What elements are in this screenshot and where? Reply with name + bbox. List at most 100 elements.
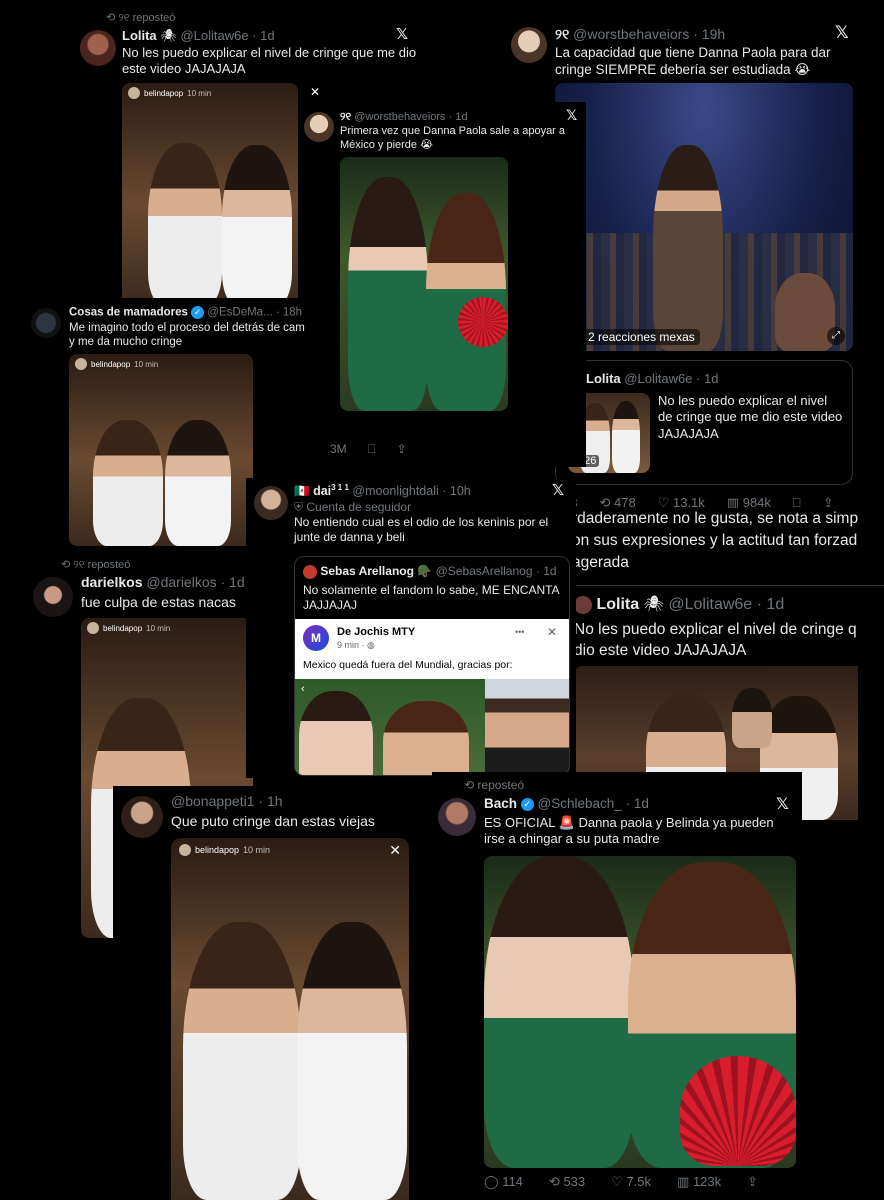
tweet-image-jersey[interactable]: [340, 157, 508, 411]
author-handle[interactable]: @Lolitaw6e: [668, 596, 752, 613]
avatar[interactable]: [438, 798, 476, 836]
author-name[interactable]: darielkos: [81, 574, 142, 590]
views-value: 3M: [330, 442, 347, 456]
page-name[interactable]: De Jochis MTY: [337, 626, 415, 638]
author-handle[interactable]: @darielkos: [146, 574, 216, 590]
tweet-card-dai[interactable]: 🇲🇽 dai3 1 1 @moonlightdali · 10h 𝕏 ⛨ Cue…: [246, 478, 576, 778]
post-time: 9 min: [337, 640, 360, 650]
story-close-icon[interactable]: ✕: [310, 85, 320, 99]
reply-count[interactable]: ◯ 114: [484, 1174, 523, 1190]
tweet-card-bonappeti1[interactable]: @bonappeti1 · 1h Que puto cringe dan est…: [113, 786, 433, 1200]
reactions-count: 2: [588, 330, 595, 344]
view-count[interactable]: ▥ 123k: [677, 1174, 721, 1190]
quoted-tweet[interactable]: Lolita @Lolitaw6e · 1d 0:26 No les puedo…: [555, 360, 853, 485]
instagram-story[interactable]: belindapop 10 min ✕: [171, 838, 409, 1200]
singer-figure: [653, 145, 723, 351]
avatar[interactable]: [31, 308, 61, 338]
tweet-card-bach[interactable]: ⟲ reposteó Bach ✓ @Schlebach_ · 1d 𝕏 ES …: [432, 772, 802, 1200]
avatar[interactable]: [574, 595, 592, 614]
tweet-time: 1d: [633, 796, 649, 811]
author-handle[interactable]: @worstbehaveiors: [573, 26, 689, 42]
tweet-card-worstbehaveiors-1d[interactable]: ୨୧ @worstbehaveiors · 1d 𝕏 Primera vez q…: [298, 102, 586, 467]
author-name[interactable]: Lolita: [596, 596, 639, 613]
fullscreen-icon[interactable]: ⤢: [827, 327, 845, 345]
tweet-text-line: ES OFICIAL 🚨 Danna paola y Belinda ya pu…: [484, 815, 774, 830]
repost-icon: ⟲: [548, 1174, 560, 1189]
woman-figure: [165, 420, 231, 546]
tweet-text-fragment[interactable]: rdaderamente no le gusta, se nota a simp…: [572, 508, 884, 580]
page-avatar: M: [303, 625, 329, 651]
author-name[interactable]: Lolita: [122, 28, 157, 43]
mexico-flag-icon: 🇲🇽: [294, 484, 310, 499]
avatar[interactable]: [254, 486, 288, 520]
share-icon[interactable]: ⇪: [747, 1174, 758, 1190]
woman-figure: [612, 401, 640, 473]
spider-icon: 🕷: [643, 596, 664, 613]
avatar[interactable]: [303, 564, 317, 579]
x-logo-icon: 𝕏: [776, 794, 789, 813]
like-value: 7.5k: [626, 1174, 652, 1189]
woman-figure: [222, 145, 292, 305]
woman-figure: [348, 177, 428, 411]
author-handle[interactable]: @Lolitaw6e: [180, 28, 248, 43]
story-close-icon[interactable]: ✕: [389, 842, 401, 859]
tweet-text-line: No entiendo cual es el odio de los kenin…: [294, 515, 549, 529]
woman-figure: [183, 922, 301, 1200]
avatar[interactable]: [121, 796, 163, 838]
author-name[interactable]: ୨୧: [555, 26, 569, 42]
author-name[interactable]: Bach: [484, 796, 517, 811]
bookmark-icon[interactable]: ⎕: [368, 442, 375, 456]
close-icon[interactable]: ✕: [547, 625, 557, 639]
avatar[interactable]: [80, 30, 116, 66]
tweet-time: 18h: [282, 306, 303, 319]
author-name[interactable]: Cosas de mamadores: [69, 307, 188, 319]
instagram-story[interactable]: belindapop 10 min: [122, 83, 298, 305]
author-name[interactable]: dai: [313, 484, 331, 498]
view-value: 123k: [692, 1174, 722, 1189]
facebook-post-screenshot[interactable]: M De Jochis MTY 9 min · ◍ ••• ✕ Mexico q…: [295, 619, 569, 775]
tweet-text-line: No les puedo explicar el nivel de cringe…: [574, 621, 857, 638]
tweet-image-jersey[interactable]: [484, 856, 796, 1168]
x-logo-icon: 𝕏: [835, 23, 849, 43]
carousel-prev-icon[interactable]: ‹: [301, 683, 305, 695]
tweet-video-concert[interactable]: 2 reacciones mexas ⤢: [555, 83, 853, 351]
author-handle[interactable]: @moonlightdali: [352, 484, 438, 498]
quote-author-name[interactable]: Lolita: [586, 371, 621, 386]
author-name[interactable]: ୨୧: [340, 111, 351, 123]
story-username[interactable]: belindapop: [195, 845, 239, 855]
tweet-text-line: agerada: [572, 554, 629, 571]
tweet-time: 1d: [455, 111, 468, 123]
share-icon[interactable]: ⇪: [397, 442, 407, 456]
avatar[interactable]: [511, 27, 547, 63]
story-username[interactable]: belindapop: [103, 624, 142, 633]
tweet-time: 1h: [266, 793, 283, 809]
quote-author-handle[interactable]: @SebasArellanog: [436, 564, 533, 578]
man-photo: [485, 679, 569, 775]
verified-badge-icon: ✓: [191, 306, 205, 319]
post-photo: ‹: [295, 679, 569, 775]
like-count[interactable]: ♡ 7.5k: [611, 1174, 651, 1190]
more-icon[interactable]: •••: [515, 627, 524, 637]
story-username[interactable]: belindapop: [91, 360, 130, 369]
author-handle[interactable]: @worstbehaveiors: [354, 111, 445, 123]
quoted-tweet[interactable]: Sebas Arellanog 🪖 @SebasArellanog · 1d N…: [294, 556, 570, 776]
avatar[interactable]: [33, 577, 73, 617]
instagram-story[interactable]: belindapop 10 min: [69, 354, 253, 546]
avatar[interactable]: [304, 112, 334, 142]
quote-text-line: JAJJAJAJ: [303, 598, 358, 612]
quote-time: 1d: [704, 371, 719, 386]
tweet-time: 1d: [766, 596, 785, 613]
story-username[interactable]: belindapop: [144, 89, 183, 98]
quote-author-name[interactable]: Sebas Arellanog: [320, 564, 414, 578]
quote-text-line: No solamente el fandom lo sabe, ME ENCAN…: [303, 583, 560, 597]
author-handle[interactable]: @Schlebach_: [538, 796, 622, 811]
quote-author-handle[interactable]: @Lolitaw6e: [624, 371, 692, 386]
story-avatar: [87, 622, 99, 634]
views-icon: ▥: [677, 1174, 690, 1189]
repost-prefix: ୨୧: [73, 559, 85, 571]
story-time: 10 min: [243, 845, 271, 855]
author-handle[interactable]: @bonappeti1: [171, 793, 255, 809]
reposted-label: reposteó: [132, 12, 176, 24]
author-handle[interactable]: @EsDeMa...: [207, 307, 272, 319]
repost-count[interactable]: ⟲ 533: [549, 1174, 585, 1190]
